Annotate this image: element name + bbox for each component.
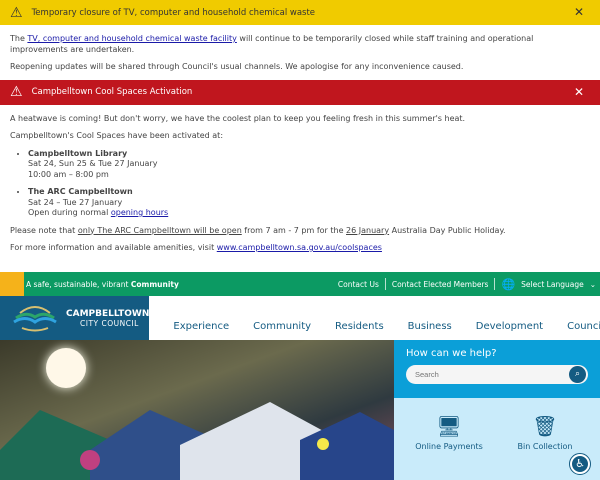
tile-label: Online Payments — [415, 442, 483, 451]
text: 10:00 am – 8:00 pm — [28, 169, 109, 179]
quick-links: 🖥 Online Payments 🗑 Bin Collection — [394, 398, 600, 480]
january-link[interactable]: 26 January — [346, 226, 389, 235]
alert-cool-body: A heatwave is coming! But don't worry, w… — [0, 105, 600, 254]
tagline: A safe, sustainable, vibrant Community — [26, 280, 179, 289]
search-box: ⌕ — [406, 365, 588, 384]
hero-image — [0, 340, 394, 480]
tagline-bold: Community — [130, 279, 179, 289]
tile-online-payments[interactable]: 🖥 Online Payments — [404, 414, 494, 451]
nav-residents[interactable]: Residents — [335, 321, 384, 332]
alert-waste-body: The TV, computer and household chemical … — [0, 25, 600, 73]
alert-waste-closure: ⚠ Temporary closure of TV, computer and … — [0, 0, 600, 25]
text: Sat 24, Sun 25 & Tue 27 January — [28, 159, 158, 168]
search-input[interactable] — [415, 370, 555, 379]
text: Sat 24 – Tue 27 January — [28, 197, 123, 207]
council-logo[interactable]: CAMPBELLTOWN CITY COUNCIL — [0, 296, 150, 340]
accent-square — [0, 272, 24, 296]
help-panel: How can we help? ⌕ — [394, 340, 600, 398]
list-item: Campbelltown LibrarySat 24, Sun 25 & Tue… — [28, 149, 590, 181]
contact-elected-link[interactable]: Contact Elected Members — [392, 280, 489, 289]
market-tents — [0, 402, 394, 480]
logo-wave-icon — [13, 306, 57, 332]
text: Please note that — [10, 225, 78, 235]
alert-title: Campbelltown Cool Spaces Activation — [31, 87, 193, 97]
text: Open during normal — [28, 208, 111, 217]
globe-icon: 🌐 — [501, 277, 516, 291]
tile-label: Bin Collection — [517, 442, 573, 451]
language-select[interactable]: Select Language — [521, 280, 584, 289]
text: from 7 am - 7 pm for the — [241, 225, 347, 235]
waste-facility-link[interactable]: TV, computer and household chemical wast… — [27, 34, 236, 43]
nav-council[interactable]: Council — [567, 321, 600, 332]
logo-line2: CITY COUNCIL — [80, 318, 139, 328]
text: For more information and available ameni… — [10, 243, 217, 252]
place-name: Campbelltown Library — [28, 148, 128, 158]
alert-title: Temporary closure of TV, computer and ho… — [31, 7, 316, 18]
list-item: The ARC CampbelltownSat 24 – Tue 27 Janu… — [28, 187, 590, 219]
search-icon[interactable]: ⌕ — [569, 366, 586, 383]
bin-icon: 🗑 — [532, 414, 558, 438]
divider — [384, 278, 386, 290]
place-name: The ARC Campbelltown — [28, 187, 133, 196]
warning-icon: ⚠ — [10, 4, 23, 21]
nav-development[interactable]: Development — [476, 321, 543, 332]
devices-icon: 🖥 — [436, 414, 462, 438]
alert-cool-spaces: ⚠ Campbelltown Cool Spaces Activation ✕ — [0, 79, 600, 105]
help-title: How can we help? — [406, 348, 497, 359]
warning-icon: ⚠ — [10, 84, 23, 100]
main-nav: Experience Community Residents Business … — [149, 296, 600, 340]
close-icon[interactable]: ✕ — [574, 85, 584, 99]
text: A heatwave is coming! But don't worry, w… — [10, 113, 466, 123]
arc-open-link[interactable]: only The ARC Campbelltown will be open — [78, 226, 242, 235]
nav-community[interactable]: Community — [253, 321, 311, 332]
text: Reopening updates will be shared through… — [10, 62, 464, 71]
top-bar: A safe, sustainable, vibrant Community C… — [0, 272, 600, 296]
accessibility-icon[interactable]: ♿ — [569, 453, 591, 475]
opening-hours-link[interactable]: opening hours — [111, 208, 168, 217]
logo-line1: CAMPBELLTOWN — [66, 308, 150, 319]
nav-business[interactable]: Business — [408, 321, 452, 332]
chevron-down-icon: ⌄ — [589, 279, 596, 289]
site-header: CAMPBELLTOWN CITY COUNCIL Experience Comm… — [0, 296, 600, 340]
tile-bin-collection[interactable]: 🗑 Bin Collection — [500, 414, 590, 451]
coolspaces-link[interactable]: www.campbelltown.sa.gov.au/coolspaces — [217, 243, 382, 252]
text: The — [10, 34, 28, 43]
close-icon[interactable]: ✕ — [574, 5, 584, 19]
contact-us-link[interactable]: Contact Us — [338, 280, 379, 289]
divider — [494, 278, 496, 290]
text: Campbelltown's Cool Spaces have been act… — [10, 131, 224, 140]
nav-experience[interactable]: Experience — [173, 321, 229, 332]
text: Australia Day Public Holiday. — [389, 225, 506, 235]
tagline-text: A safe, sustainable, vibrant — [26, 279, 131, 289]
